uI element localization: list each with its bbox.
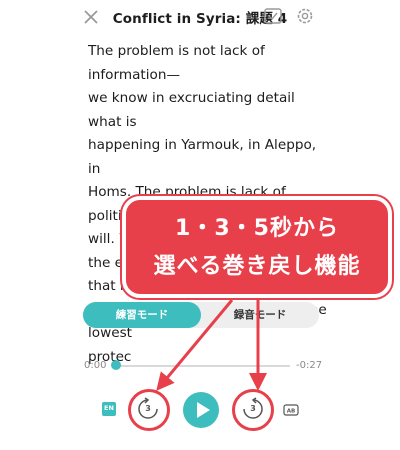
ab-repeat-button[interactable]: AB	[283, 402, 299, 416]
ab-repeat-icon: AB	[283, 404, 299, 416]
rewind-highlight-circle	[128, 389, 170, 431]
play-button[interactable]	[183, 392, 219, 428]
passage-line: happening in Yarmouk, in Aleppo, in	[88, 137, 317, 177]
practice-mode-tab[interactable]: 練習モード	[83, 302, 201, 328]
remaining-time: -0:27	[296, 360, 323, 371]
passage-line: The problem is not lack of information—	[88, 43, 265, 83]
header: Conflict in Syria: 課題 4	[0, 0, 400, 36]
feature-callout: 1・3・5秒から 選べる巻き戻し機能	[122, 196, 392, 298]
record-mode-tab[interactable]: 録音モード	[201, 302, 319, 328]
page-title: Conflict in Syria: 課題 4	[112, 11, 288, 27]
play-icon	[197, 402, 210, 418]
ab-label: AB	[287, 409, 296, 415]
callout-line-1: 1・3・5秒から	[175, 216, 339, 241]
progress-knob[interactable]	[111, 360, 121, 370]
gear-icon[interactable]	[295, 6, 315, 26]
passage-line: we know in excruciating detail what is	[88, 90, 295, 130]
checkbox-icon[interactable]	[262, 5, 284, 27]
progress-track[interactable]	[116, 365, 290, 367]
elapsed-time: 0:00	[84, 360, 107, 371]
callout-line-2: 選べる巻き戻し機能	[153, 254, 361, 279]
forward-highlight-circle	[232, 389, 274, 431]
language-toggle-button[interactable]: EN	[102, 402, 116, 416]
mode-toggle: 練習モード 録音モード	[83, 302, 319, 328]
